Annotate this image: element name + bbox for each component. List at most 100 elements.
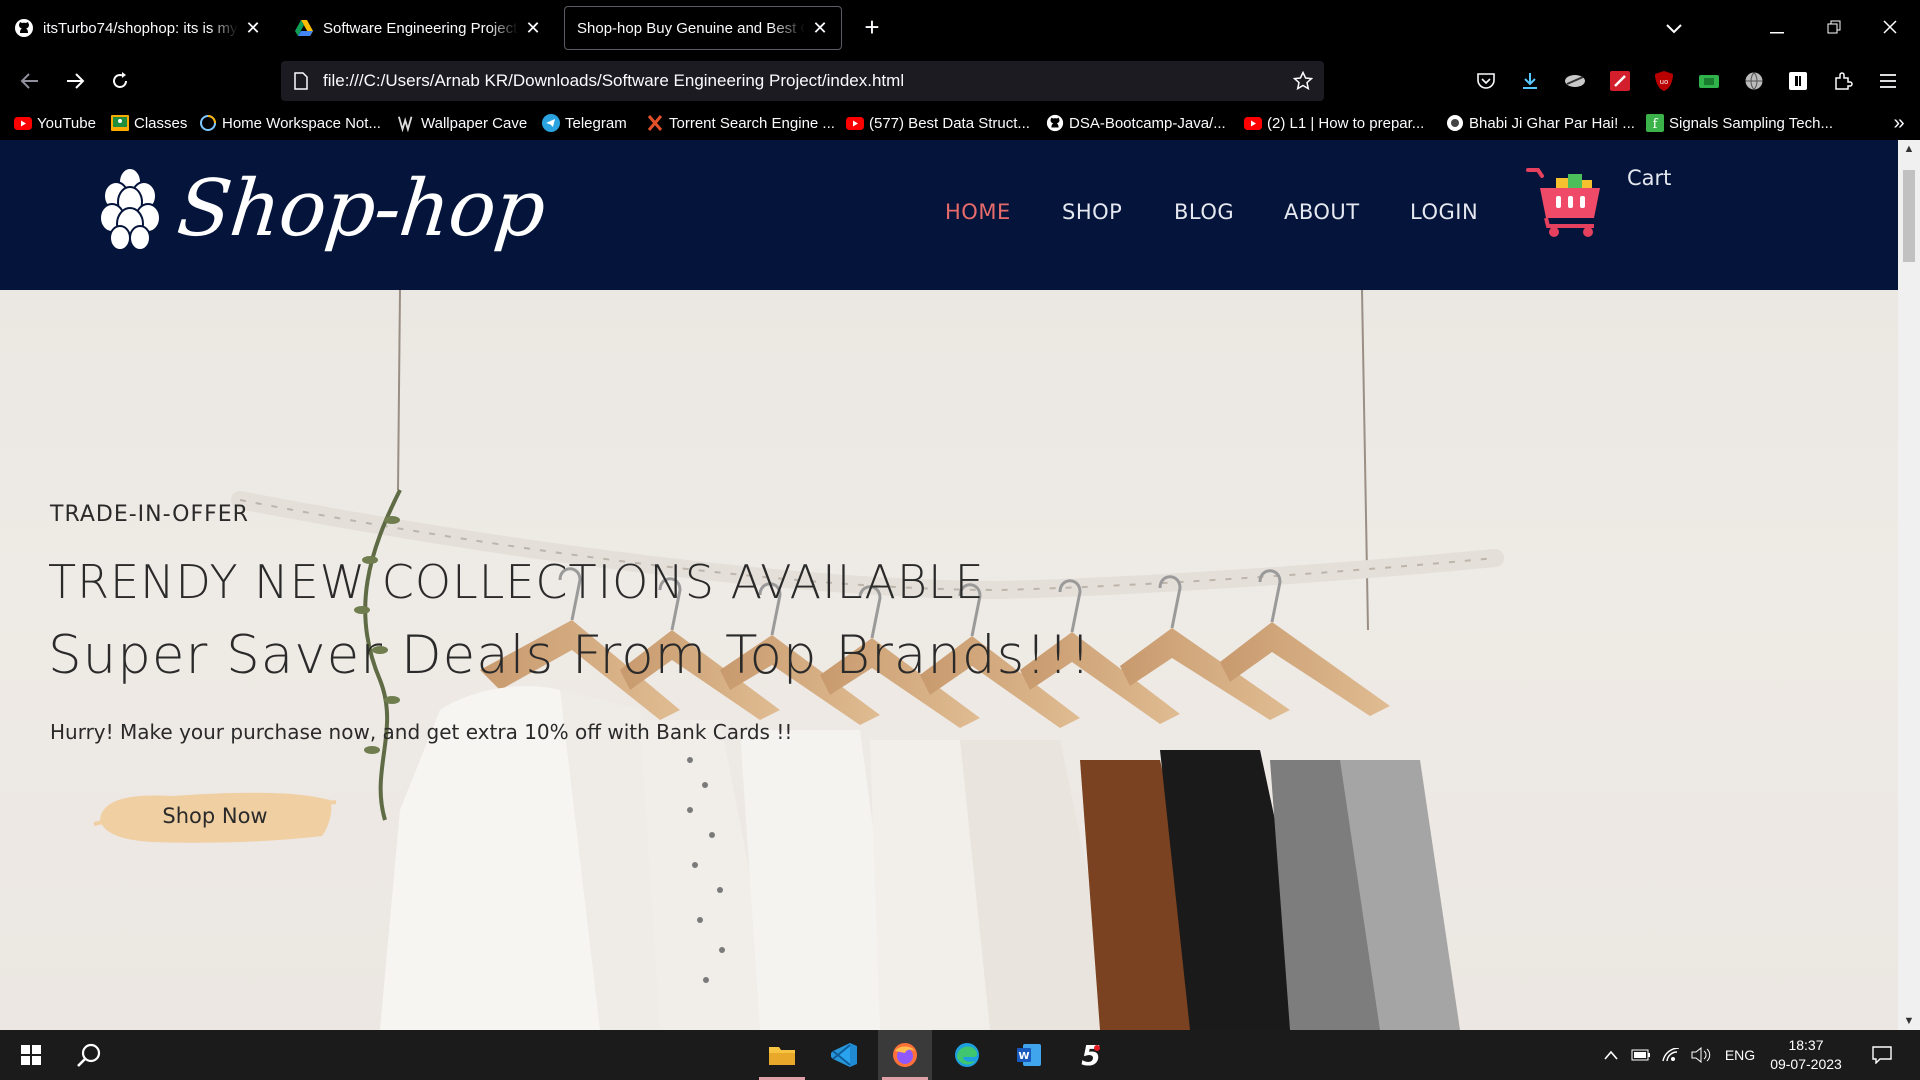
restore-icon[interactable]	[1820, 14, 1848, 42]
bookmark-item[interactable]: YouTube	[14, 110, 96, 136]
youtube-icon	[14, 114, 32, 132]
more-bookmarks-icon[interactable]: »	[1888, 112, 1910, 134]
google-drive-icon	[294, 18, 314, 38]
menu-icon[interactable]	[1876, 69, 1900, 93]
tab-shop-hop[interactable]: Shop-hop Buy Genuine and Best Cl ✕	[564, 6, 842, 50]
bookmark-item[interactable]: (2) L1 | How to prepar...	[1244, 110, 1424, 136]
clock-date: 09-07-2023	[1770, 1056, 1842, 1072]
site-brand: Shop-hop	[173, 164, 549, 254]
menu-item-blog[interactable]: BLOG	[1174, 200, 1234, 224]
site-logo[interactable]: Shop-hop	[98, 164, 549, 254]
bookmark-label: Bhabi Ji Ghar Par Hai! ...	[1469, 114, 1635, 132]
bookmark-label: Telegram	[565, 114, 627, 132]
shopping-cart-icon[interactable]	[1526, 164, 1604, 240]
hop-cone-logo-icon	[99, 167, 161, 251]
svg-text:5: 5	[1081, 1040, 1100, 1070]
workspace-icon	[199, 114, 217, 132]
language-indicator[interactable]: ENG	[1720, 1030, 1760, 1080]
clock-time: 18:37	[1788, 1037, 1824, 1053]
bookmark-item[interactable]: (577) Best Data Struct...	[846, 110, 1030, 136]
scroll-up-icon[interactable]: ▲	[1898, 140, 1920, 158]
hero-subhead: Super Saver Deals From Top Brands!!!	[48, 625, 1092, 686]
wifi-icon[interactable]	[1658, 1030, 1684, 1080]
battery-icon[interactable]	[1628, 1030, 1654, 1080]
cart-label[interactable]: Cart	[1627, 166, 1671, 190]
ublock-origin-icon[interactable]: uo	[1652, 69, 1676, 93]
browser-tab-bar: itsTurbo74/shophop: its is my s ✕ Softwa…	[0, 0, 1920, 55]
system-clock[interactable]: 18:37 09-07-2023	[1764, 1036, 1848, 1074]
word-icon[interactable]: W	[1002, 1030, 1056, 1080]
bookmark-item[interactable]: Torrent Search Engine ...	[646, 110, 835, 136]
address-bar[interactable]: file:///C:/Users/Arnab KR/Downloads/Soft…	[281, 61, 1324, 101]
back-icon[interactable]	[14, 65, 46, 97]
volume-icon[interactable]	[1688, 1030, 1714, 1080]
bookmark-label: (577) Best Data Struct...	[869, 114, 1030, 132]
downloads-icon[interactable]	[1518, 69, 1542, 93]
bookmark-label: YouTube	[37, 114, 96, 132]
menu-item-login[interactable]: LOGIN	[1410, 200, 1478, 224]
site-icon	[1446, 114, 1464, 132]
github-icon	[14, 18, 34, 38]
list-all-tabs-icon[interactable]	[1660, 14, 1688, 42]
vscode-icon[interactable]	[817, 1030, 871, 1080]
bookmark-label: Home Workspace Not...	[222, 114, 381, 132]
scroll-down-icon[interactable]: ▼	[1898, 1012, 1920, 1030]
site-header: Shop-hop HOME SHOP BLOG ABOUT LOGIN Cart	[0, 140, 1898, 290]
tab-title: Shop-hop Buy Genuine and Best Cl	[577, 19, 805, 37]
url-text: file:///C:/Users/Arnab KR/Downloads/Soft…	[323, 71, 905, 90]
bookmark-item[interactable]: DSA-Bootcamp-Java/...	[1046, 110, 1226, 136]
close-tab-icon[interactable]: ✕	[811, 19, 829, 37]
globe-icon[interactable]	[1742, 69, 1766, 93]
new-tab-icon[interactable]: +	[858, 14, 886, 42]
youtube-icon	[846, 114, 864, 132]
windows-start-icon[interactable]	[4, 1030, 58, 1080]
hero-eyebrow: TRADE-IN-OFFER	[50, 502, 249, 527]
extension-icon[interactable]	[1697, 69, 1721, 93]
scrollbar-thumb[interactable]	[1903, 170, 1915, 262]
close-tab-icon[interactable]: ✕	[244, 19, 262, 37]
show-hidden-icons-icon[interactable]	[1598, 1030, 1624, 1080]
svg-text:W: W	[1018, 1051, 1029, 1062]
bookmark-item[interactable]: Classes	[111, 110, 187, 136]
extension-icon[interactable]	[1608, 69, 1632, 93]
torrent-icon	[646, 114, 664, 132]
desktop: itsTurbo74/shophop: its is my s ✕ Softwa…	[0, 0, 1920, 1080]
pocket-icon[interactable]	[1474, 69, 1498, 93]
close-tab-icon[interactable]: ✕	[524, 19, 542, 37]
site-icon: f	[1646, 114, 1664, 132]
bookmark-item[interactable]: Home Workspace Not...	[199, 110, 381, 136]
page-scrollbar[interactable]: ▲ ▼	[1898, 140, 1920, 1030]
search-icon[interactable]	[62, 1030, 116, 1080]
menu-item-shop[interactable]: SHOP	[1062, 200, 1122, 224]
bookmark-item[interactable]: Wallpaper Cave	[398, 110, 527, 136]
shop-now-button[interactable]: Shop Now	[92, 780, 338, 852]
bookmark-item[interactable]: f Signals Sampling Tech...	[1646, 110, 1833, 136]
tab-github[interactable]: itsTurbo74/shophop: its is my s ✕	[2, 6, 274, 50]
firefox-icon[interactable]	[878, 1030, 932, 1080]
edge-icon[interactable]	[940, 1030, 994, 1080]
tab-title: itsTurbo74/shophop: its is my s	[43, 19, 238, 37]
notification-center-icon[interactable]	[1866, 1030, 1898, 1080]
tab-title: Software Engineering Project - G	[323, 19, 518, 37]
close-window-icon[interactable]	[1876, 14, 1904, 42]
file-explorer-icon[interactable]	[755, 1030, 809, 1080]
menu-item-home[interactable]: HOME	[945, 200, 1011, 224]
extension-icon[interactable]	[1786, 69, 1810, 93]
hero-blurb: Hurry! Make your purchase now, and get e…	[50, 720, 793, 744]
extensions-puzzle-icon[interactable]	[1831, 69, 1855, 93]
bookmark-star-icon[interactable]	[1286, 64, 1320, 98]
bookmark-label: Torrent Search Engine ...	[669, 114, 835, 132]
extension-icon[interactable]	[1563, 69, 1587, 93]
bookmark-item[interactable]: Telegram	[542, 110, 627, 136]
telegram-icon	[542, 114, 560, 132]
channel-5-icon[interactable]: 5	[1064, 1030, 1118, 1080]
menu-item-about[interactable]: ABOUT	[1284, 200, 1360, 224]
hero-headline: TRENDY NEW COLLECTIONS AVAILABLE	[48, 555, 985, 609]
bookmark-label: Signals Sampling Tech...	[1669, 114, 1833, 132]
reload-icon[interactable]	[104, 65, 136, 97]
bookmark-item[interactable]: Bhabi Ji Ghar Par Hai! ...	[1446, 110, 1635, 136]
forward-icon[interactable]	[59, 65, 91, 97]
minimize-icon[interactable]	[1763, 14, 1791, 42]
page-icon	[291, 71, 311, 91]
tab-google-drive[interactable]: Software Engineering Project - G ✕	[282, 6, 554, 50]
